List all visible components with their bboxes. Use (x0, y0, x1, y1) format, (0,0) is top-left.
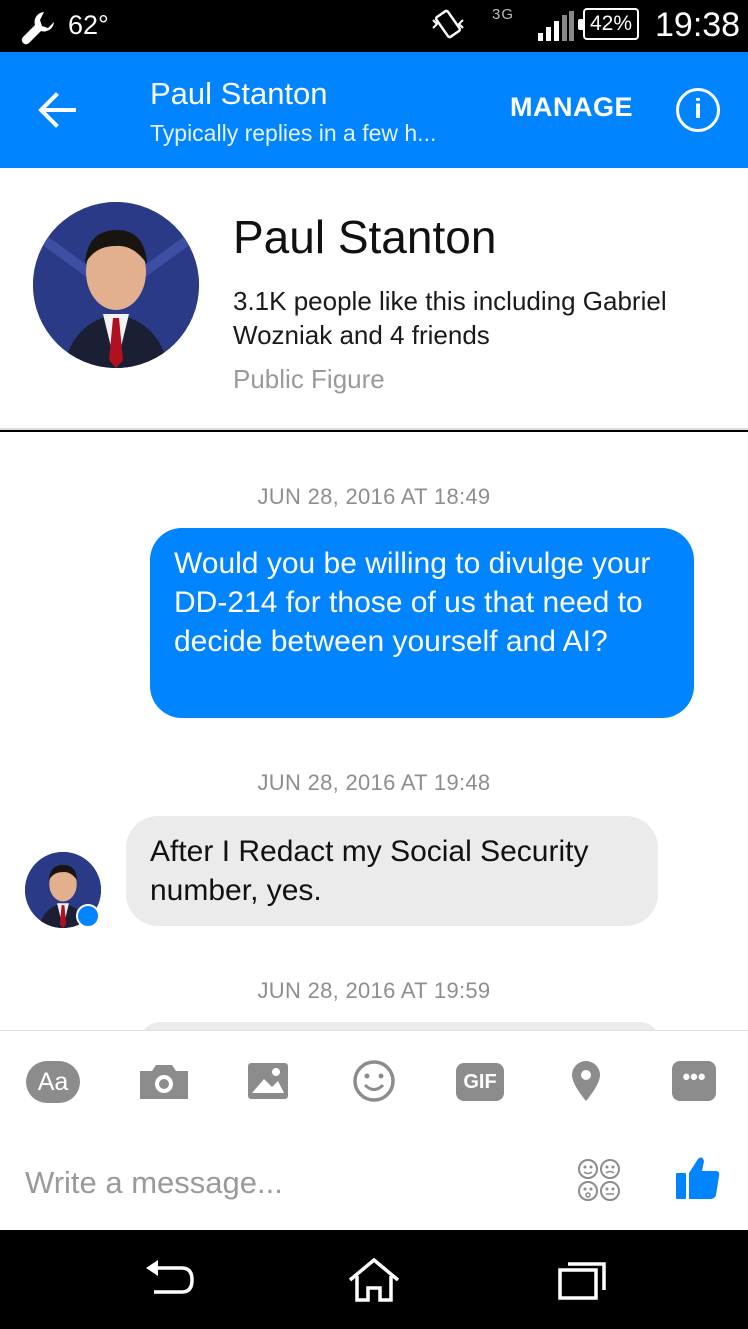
back-icon[interactable] (142, 1258, 198, 1302)
incoming-message[interactable] (140, 1022, 660, 1030)
home-icon[interactable] (346, 1258, 402, 1302)
vibrate-icon (432, 9, 464, 39)
timestamp: JUN 28, 2016 AT 19:48 (257, 770, 491, 795)
more-icon[interactable]: ••• (672, 1061, 716, 1101)
emoji-icon[interactable] (346, 1059, 402, 1103)
person-photo-icon (33, 202, 199, 368)
location-icon[interactable] (558, 1059, 614, 1103)
status-bar: 62° 3G 42% 19:38 (0, 0, 748, 52)
profile-category: Public Figure (233, 364, 385, 394)
sticker-icon[interactable] (576, 1157, 622, 1203)
manage-button[interactable]: MANAGE (510, 92, 633, 123)
network-type: 3G (492, 6, 515, 23)
gif-icon[interactable]: GIF (456, 1063, 504, 1101)
temperature-text: 62° (68, 10, 109, 40)
thumbs-up-icon[interactable] (672, 1153, 722, 1203)
profile-name[interactable]: Paul Stanton (233, 210, 496, 264)
profile-avatar[interactable] (33, 202, 199, 368)
outgoing-message[interactable]: Would you be willing to divulge your DD-… (150, 528, 694, 718)
incoming-message[interactable]: After I Redact my Social Security number… (126, 816, 658, 926)
signal-icon (538, 11, 574, 41)
header-title[interactable]: Paul Stanton (150, 76, 328, 112)
conversation[interactable]: JUN 28, 2016 AT 18:49 Would you be willi… (0, 432, 748, 1030)
profile-likes: 3.1K people like this including Gabriel … (233, 286, 667, 350)
message-input[interactable] (25, 1161, 545, 1205)
composer: Aa GIF ••• (0, 1030, 748, 1230)
chat-header: Paul Stanton Typically replies in a few … (0, 52, 748, 168)
navigation-bar (0, 1230, 748, 1329)
camera-icon[interactable] (136, 1059, 192, 1103)
back-arrow-icon[interactable] (32, 86, 84, 134)
timestamp: JUN 28, 2016 AT 19:59 (257, 978, 491, 1003)
image-icon[interactable] (240, 1059, 296, 1103)
battery-indicator: 42% (578, 8, 639, 40)
timestamp: JUN 28, 2016 AT 18:49 (257, 484, 491, 509)
clock: 19:38 (655, 6, 741, 44)
messenger-badge-icon (76, 904, 100, 928)
profile-card: Paul Stanton 3.1K people like this inclu… (0, 168, 748, 430)
recent-apps-icon[interactable] (554, 1258, 610, 1302)
text-format-icon[interactable]: Aa (26, 1061, 80, 1103)
wrench-icon (21, 12, 54, 45)
info-icon[interactable]: i (676, 88, 720, 132)
header-subtitle: Typically replies in a few h... (150, 120, 437, 146)
